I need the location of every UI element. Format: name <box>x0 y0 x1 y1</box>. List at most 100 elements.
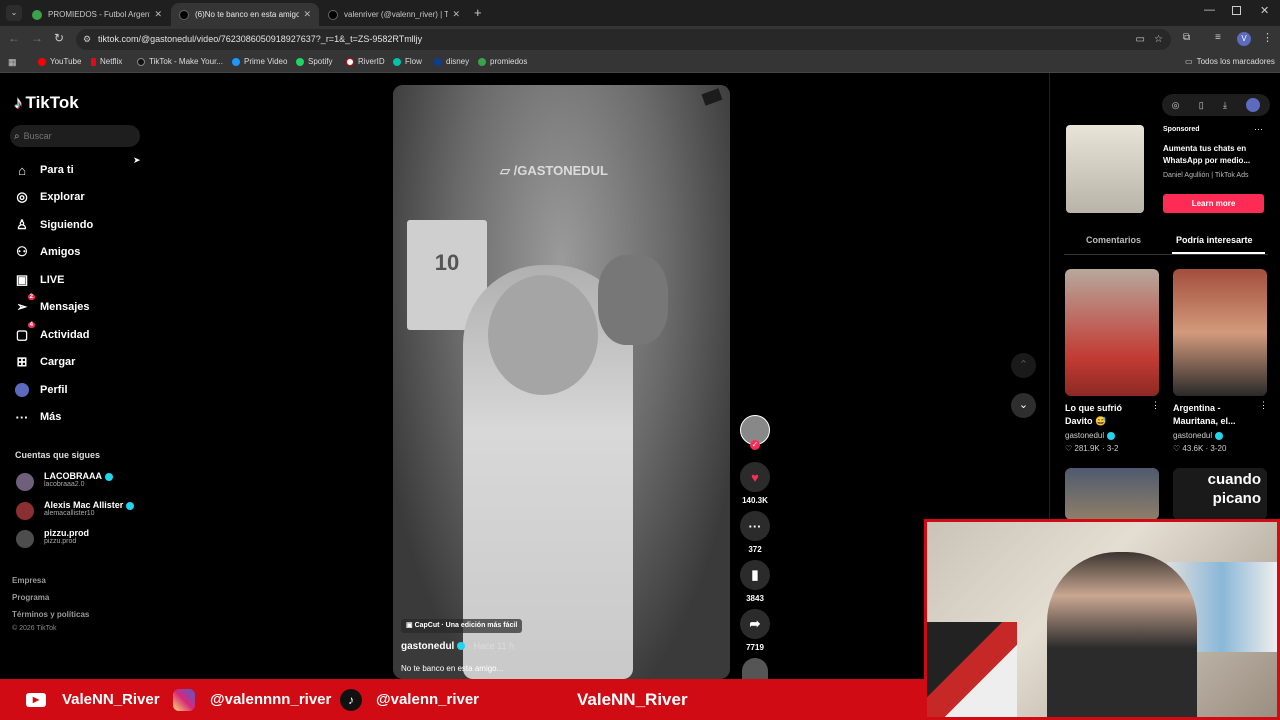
nav-explore[interactable]: ◎ Explorar <box>14 189 84 205</box>
bookmark-flow[interactable]: Flow <box>393 57 422 66</box>
tab-tiktok-video[interactable]: (6)No te banco en esta amigo... ✕ <box>171 3 319 26</box>
save-button[interactable]: ▮ 3843 <box>740 560 770 603</box>
verified-icon <box>126 501 135 510</box>
bookmark-youtube[interactable]: YouTube <box>38 57 81 66</box>
video-player[interactable]: 10 ▱ /GASTONEDUL ▣ CapCut · Una edición … <box>393 85 730 679</box>
avatar <box>16 502 34 520</box>
download-icon[interactable]: ⤓ <box>1223 100 1227 111</box>
menu-kebab-icon[interactable]: ⋮ <box>1262 31 1273 44</box>
tab-tiktok-profile[interactable]: valenriver (@valenn_river) | TikTok ✕ <box>320 3 468 26</box>
explore-icon[interactable]: ◎ <box>1172 100 1180 111</box>
search-input[interactable] <box>23 131 124 141</box>
share-button[interactable]: ➦ 7719 <box>740 609 770 652</box>
nav-upload[interactable]: ⊞ Cargar <box>14 354 76 370</box>
tab-search-button[interactable]: ⌄ <box>6 5 22 21</box>
following-account[interactable]: pizzu.prod pizzu.prod <box>16 528 89 548</box>
address-bar[interactable]: ⚙ tiktok.com/@gastonedul/video/762308605… <box>76 29 1171 50</box>
bookmark-spotify[interactable]: Spotify <box>296 57 332 66</box>
device-icon[interactable]: ▯ <box>1199 100 1204 111</box>
ad-title[interactable]: Aumenta tus chats en WhatsApp por medio.… <box>1163 143 1268 167</box>
suggested-video-thumbnail[interactable] <box>1173 269 1267 396</box>
suggested-title[interactable]: Lo que sufrió Davito 😅 <box>1065 402 1145 428</box>
promiedos-favicon-icon <box>32 9 42 20</box>
tab-promiedos[interactable]: PROMIEDOS - Futbol Argentino ✕ <box>24 3 170 26</box>
card-more-icon[interactable]: ⋮ <box>1259 400 1268 411</box>
tab-strip: ⌄ PROMIEDOS - Futbol Argentino ✕ (6)No t… <box>0 0 1280 26</box>
suggested-author[interactable]: gastonedul <box>1065 431 1116 440</box>
footer-link[interactable]: Términos y políticas <box>12 610 89 619</box>
suggested-title[interactable]: Argentina - Mauritana, el... <box>1173 402 1253 428</box>
tab-title: valenriver (@valenn_river) | TikTok <box>344 10 449 19</box>
nav-friends[interactable]: ⚇ Amigos <box>14 244 80 260</box>
video-author[interactable]: gastonedul <box>401 641 454 652</box>
forward-icon[interactable]: → <box>31 31 43 45</box>
footer-link[interactable]: Empresa <box>12 576 46 585</box>
nav-activity[interactable]: ▢ 4 Actividad <box>14 322 90 343</box>
tab-close-icon[interactable]: ✕ <box>303 9 311 20</box>
capcut-tag[interactable]: ▣ CapCut · Una edición más fácil <box>401 619 523 633</box>
extensions-icon[interactable]: ⧉ <box>1183 32 1190 43</box>
bookmark-promiedos[interactable]: promiedos <box>478 57 527 66</box>
maximize-icon[interactable] <box>1232 6 1241 15</box>
person-head <box>488 275 598 395</box>
url-text: tiktok.com/@gastonedul/video/76230860509… <box>98 34 423 44</box>
next-video-button[interactable]: ⌄ <box>1011 393 1036 418</box>
all-bookmarks[interactable]: ▭ Todos los marcadores <box>1185 57 1275 66</box>
following-account[interactable]: LACOBRAAA lacobraaa2.0 <box>16 471 113 491</box>
close-window-icon[interactable]: ✕ <box>1260 4 1269 17</box>
nav-for-you[interactable]: ⌂ Para ti <box>14 162 74 178</box>
instagram-handle: @valennnn_river <box>173 679 331 720</box>
ad-thumbnail[interactable] <box>1066 125 1144 213</box>
bookmark-label: disney <box>446 57 470 66</box>
ad-more-icon[interactable]: ··· <box>1254 124 1263 134</box>
footer-link[interactable]: Programa <box>12 593 49 602</box>
suggested-video-thumbnail[interactable]: cuando picano <box>1173 468 1267 520</box>
tab-close-icon[interactable]: ✕ <box>452 9 460 20</box>
back-icon[interactable]: ← <box>8 31 20 45</box>
tiktok-icon <box>137 57 145 66</box>
apps-grid-icon[interactable]: ▦ <box>8 57 17 68</box>
site-info-icon[interactable]: ⚙ <box>83 29 91 50</box>
reload-icon[interactable]: ↻ <box>54 31 64 45</box>
instagram-name: @valennnn_river <box>210 691 332 708</box>
learn-more-button[interactable]: Learn more <box>1163 194 1264 213</box>
sound-disc[interactable] <box>742 658 768 679</box>
nav-label: Más <box>40 411 62 423</box>
tab-podria-interesarte[interactable]: Podría interesarte <box>1176 235 1253 245</box>
bookmark-label: TikTok - Make Your... <box>149 57 223 66</box>
suggested-video-thumbnail[interactable] <box>1065 468 1159 520</box>
bookmark-tiktok[interactable]: TikTok - Make Your... <box>137 57 223 66</box>
tiktok-logo[interactable]: ♪ TikTok <box>14 93 79 113</box>
comment-button[interactable]: ··· 372 <box>740 511 770 554</box>
tab-comments[interactable]: Comentarios <box>1086 235 1141 245</box>
nav-label: Mensajes <box>40 301 90 313</box>
card-more-icon[interactable]: ⋮ <box>1151 400 1160 411</box>
nav-live[interactable]: ▣ LIVE <box>14 272 65 288</box>
previous-video-button[interactable]: ⌃ <box>1011 353 1036 378</box>
following-account[interactable]: Alexis Mac Allister alemacallister10 <box>16 500 135 520</box>
bookmark-prime-video[interactable]: Prime Video <box>232 57 287 66</box>
minimize-icon[interactable]: — <box>1204 4 1215 16</box>
profile-icon <box>14 382 30 398</box>
suggested-author[interactable]: gastonedul <box>1173 431 1224 440</box>
tab-close-icon[interactable]: ✕ <box>154 9 162 20</box>
bookmark-netflix[interactable]: Netflix <box>91 57 122 66</box>
nav-more[interactable]: ··· Más <box>14 409 62 425</box>
new-tab-button[interactable]: + <box>474 5 482 20</box>
bookmark-star-icon[interactable]: ☆ <box>1154 29 1163 50</box>
profile-avatar[interactable] <box>1246 98 1261 112</box>
suggested-video-thumbnail[interactable] <box>1065 269 1159 396</box>
nav-following[interactable]: ♙ Siguiendo <box>14 217 93 233</box>
like-button[interactable]: ♥ 140.3K <box>740 462 770 505</box>
cast-icon[interactable]: ▭ <box>1136 29 1145 50</box>
search-box[interactable]: ⌕ <box>10 125 140 147</box>
bookmark-disney[interactable]: disney <box>434 57 469 66</box>
media-icon[interactable]: ≡ <box>1215 32 1221 43</box>
nav-messages[interactable]: ➢ 2 Mensajes <box>14 294 90 315</box>
verified-icon <box>1215 431 1224 440</box>
background-person <box>598 255 668 345</box>
follow-plus-icon[interactable]: ✓ <box>750 440 760 450</box>
nav-profile[interactable]: Perfil <box>14 382 68 398</box>
profile-avatar[interactable]: V <box>1237 32 1251 46</box>
bookmark-riverid[interactable]: RiverID <box>346 57 385 66</box>
